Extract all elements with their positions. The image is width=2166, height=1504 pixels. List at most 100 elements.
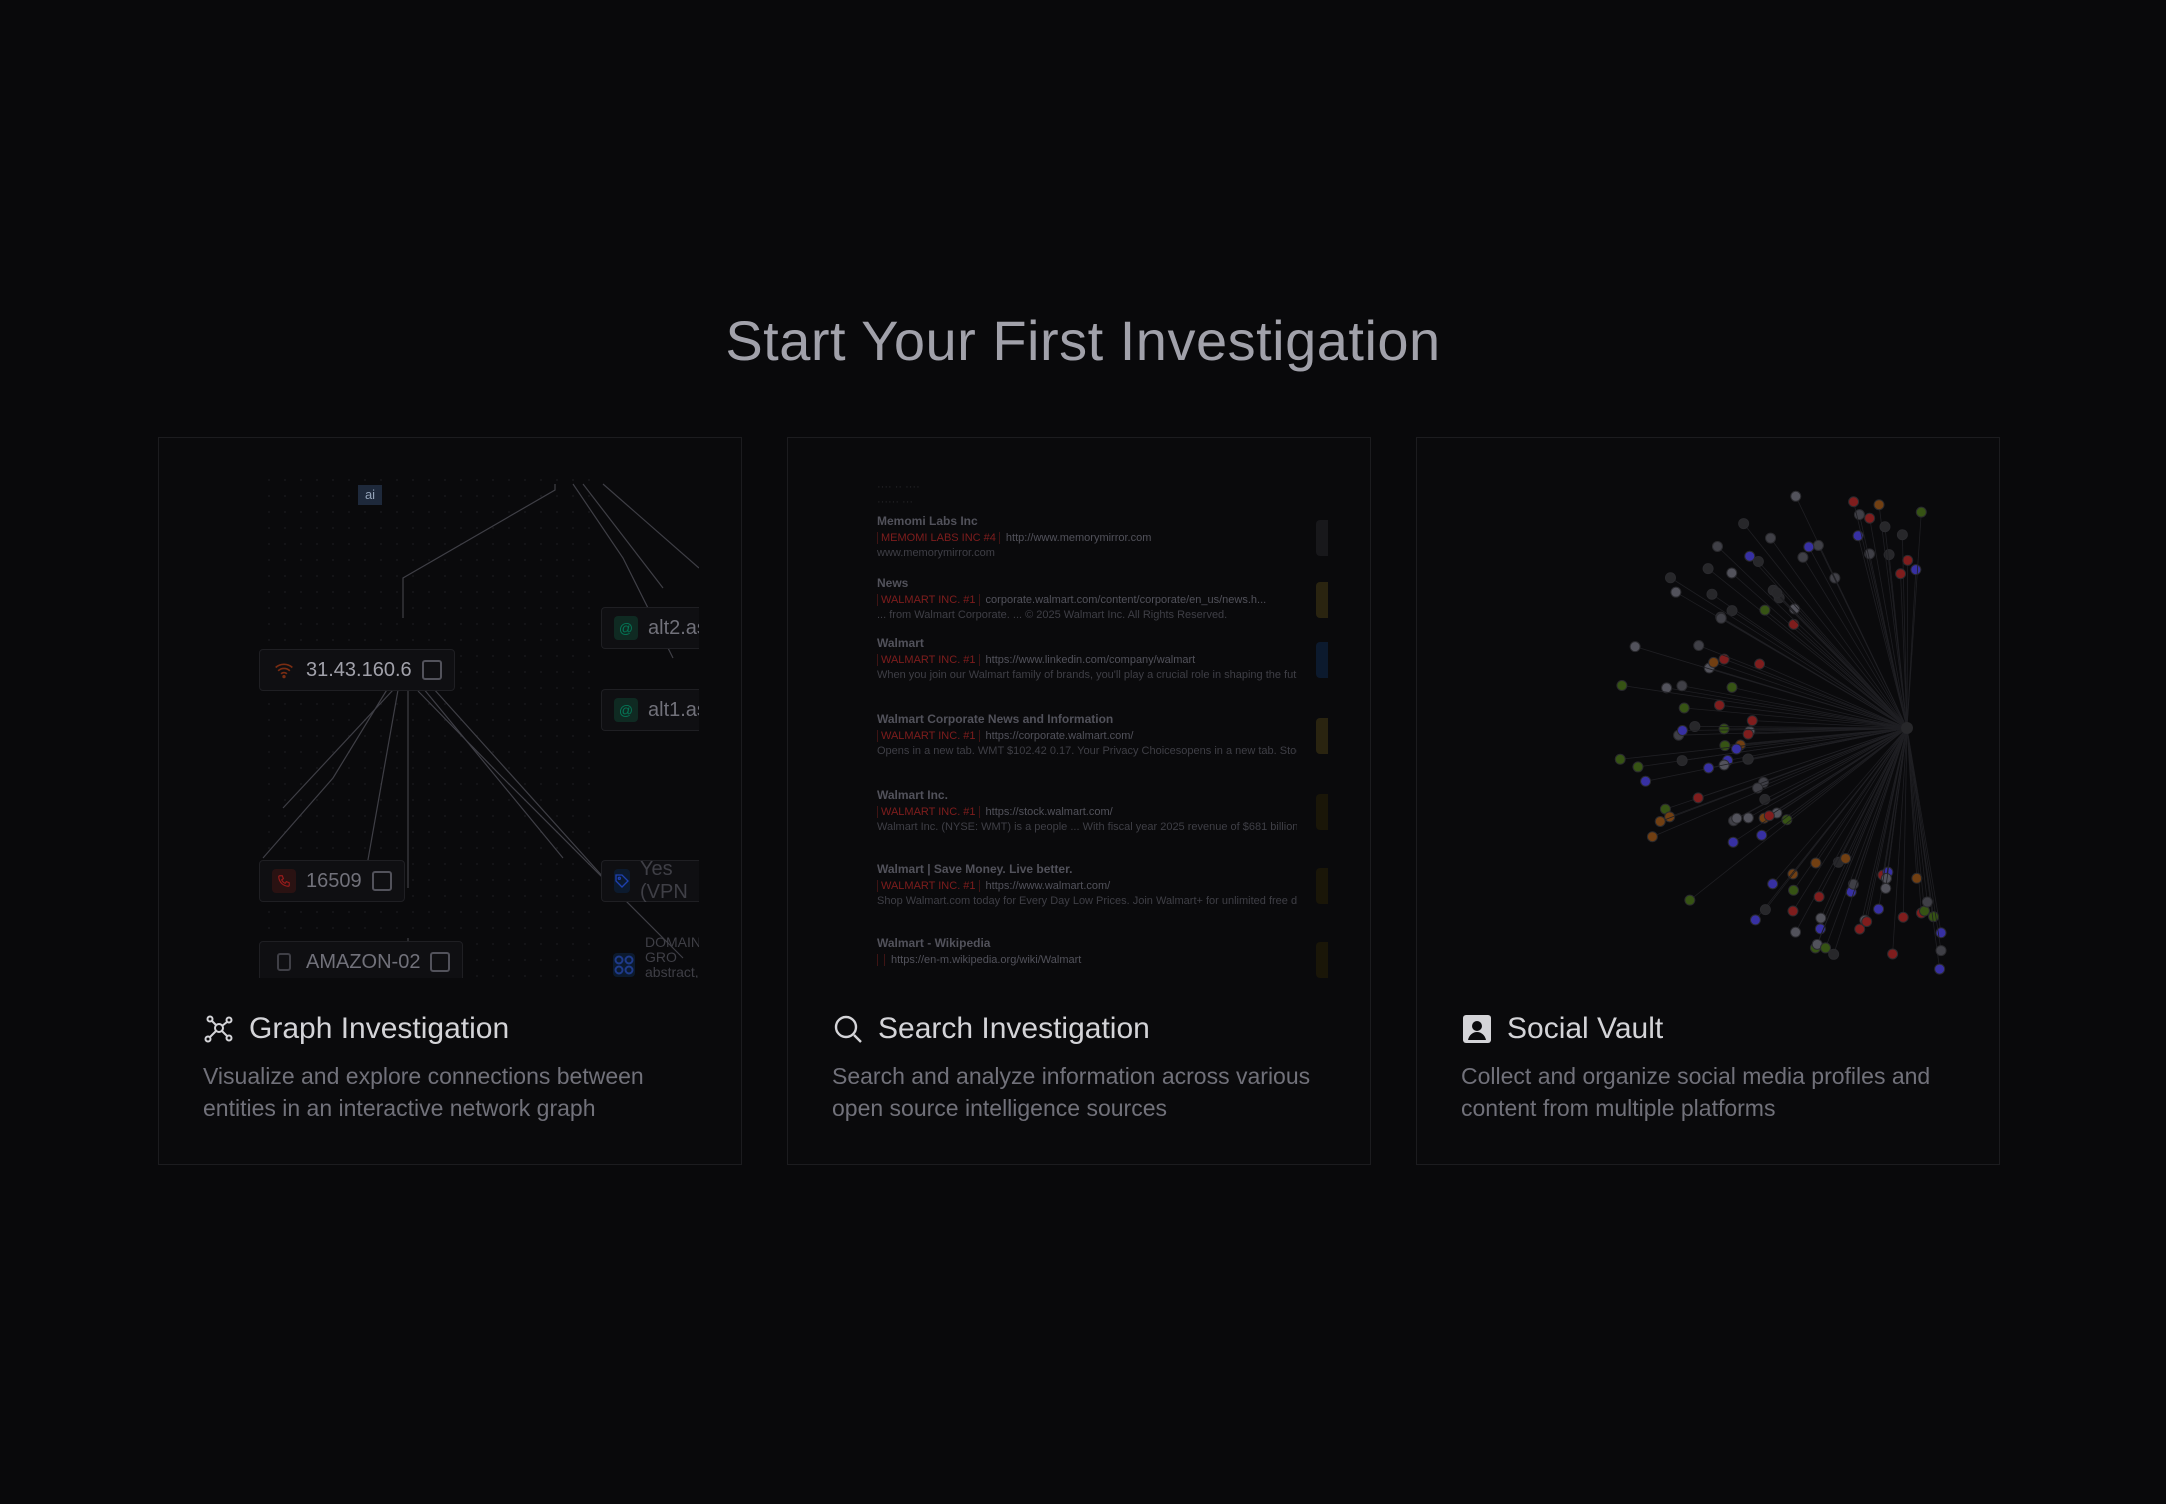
- profile-node[interactable]: [1693, 640, 1705, 652]
- search-result-item[interactable]: Memomi Labs Inc MEMOMI LABS INC #4 http://…: [877, 514, 1297, 559]
- social-vault-card[interactable]: Social Vault Collect and organize social…: [1416, 437, 2000, 1165]
- profile-node[interactable]: [1706, 588, 1718, 600]
- profile-node[interactable]: [1719, 740, 1731, 752]
- profile-node[interactable]: [1897, 911, 1909, 923]
- profile-node[interactable]: [1928, 911, 1940, 923]
- profile-node[interactable]: [1790, 490, 1802, 502]
- profile-node[interactable]: [1788, 618, 1800, 630]
- profile-node[interactable]: [1731, 743, 1743, 755]
- profile-node[interactable]: [1790, 926, 1802, 938]
- search-result-title[interactable]: Walmart: [877, 636, 1297, 650]
- profile-node[interactable]: [1713, 699, 1725, 711]
- vpn-node[interactable]: Yes (VPN: [601, 858, 699, 903]
- profile-node[interactable]: [1902, 554, 1914, 566]
- search-result-url[interactable]: https://corporate.walmart.com/: [986, 730, 1134, 742]
- profile-node[interactable]: [1911, 872, 1923, 884]
- search-result-title[interactable]: News: [877, 576, 1297, 590]
- profile-node[interactable]: [1726, 567, 1738, 579]
- profile-node[interactable]: [1887, 948, 1899, 960]
- search-result-item[interactable]: News WALMART INC. #1 corporate.walmart.com…: [877, 576, 1297, 621]
- profile-node[interactable]: [1738, 518, 1750, 530]
- profile-node[interactable]: [1692, 792, 1704, 804]
- profile-node[interactable]: [1915, 506, 1927, 518]
- search-result-item[interactable]: Walmart WALMART INC. #1 https://www.linked…: [877, 636, 1297, 681]
- profile-node[interactable]: [1895, 568, 1907, 580]
- profile-node[interactable]: [1763, 810, 1775, 822]
- profile-node[interactable]: [1726, 605, 1738, 617]
- profile-node[interactable]: [1861, 916, 1873, 928]
- search-result-item[interactable]: Walmart Inc. WALMART INC. #1 https://stock…: [877, 788, 1297, 833]
- profile-node[interactable]: [1765, 532, 1777, 544]
- profile-node[interactable]: [1910, 564, 1922, 576]
- profile-node[interactable]: [1746, 715, 1758, 727]
- profile-node[interactable]: [1731, 812, 1743, 824]
- profile-node[interactable]: [1654, 815, 1666, 827]
- profile-node[interactable]: [1742, 753, 1754, 765]
- asn-node[interactable]: AMAZON-02: [259, 941, 464, 978]
- domain-node-alt1[interactable]: @ alt1.aspm: [601, 689, 699, 731]
- search-result-title[interactable]: Walmart - Wikipedia: [877, 936, 1297, 950]
- profile-node[interactable]: [1640, 775, 1652, 787]
- profile-node[interactable]: [1813, 891, 1825, 903]
- profile-node[interactable]: [1749, 914, 1761, 926]
- profile-node[interactable]: [1771, 587, 1783, 599]
- search-result-url[interactable]: http://www.memorymirror.com: [1006, 532, 1151, 544]
- profile-node[interactable]: [1840, 852, 1852, 864]
- search-investigation-card[interactable]: ···· ·· ···· ······ ··· Memomi Labs Inc M…: [787, 437, 1371, 1165]
- search-result-title[interactable]: Walmart Inc.: [877, 788, 1297, 802]
- search-result-title[interactable]: Memomi Labs Inc: [877, 514, 1297, 528]
- profile-node[interactable]: [1803, 541, 1815, 553]
- profile-node[interactable]: [1848, 496, 1860, 508]
- search-result-item[interactable]: Walmart Corporate News and Information WA…: [877, 712, 1297, 757]
- profile-node[interactable]: [1847, 878, 1859, 890]
- copy-icon[interactable]: [421, 660, 442, 680]
- profile-node[interactable]: [1727, 836, 1739, 848]
- profile-node[interactable]: [1935, 945, 1947, 957]
- search-result-item[interactable]: Walmart - Wikipedia https://en-m.wikipedi…: [877, 936, 1297, 969]
- profile-node[interactable]: [1629, 641, 1641, 653]
- profile-node[interactable]: [1703, 762, 1715, 774]
- profile-node[interactable]: [1896, 529, 1908, 541]
- profile-node[interactable]: [1715, 612, 1727, 624]
- profile-node[interactable]: [1670, 586, 1682, 598]
- profile-node[interactable]: [1879, 521, 1891, 533]
- profile-node[interactable]: [1767, 878, 1779, 890]
- profile-node[interactable]: [1664, 572, 1676, 584]
- profile-node[interactable]: [1921, 896, 1933, 908]
- profile-node[interactable]: [1676, 755, 1688, 767]
- profile-node[interactable]: [1864, 512, 1876, 524]
- phone-node[interactable]: 16509: [259, 860, 405, 902]
- profile-node[interactable]: [1880, 882, 1892, 894]
- profile-node[interactable]: [1616, 679, 1628, 691]
- profile-node[interactable]: [1759, 604, 1771, 616]
- search-result-title[interactable]: Walmart Corporate News and Information: [877, 712, 1297, 726]
- search-result-url[interactable]: corporate.walmart.com/content/corporate/…: [986, 594, 1267, 606]
- profile-node[interactable]: [1742, 812, 1754, 824]
- profile-node[interactable]: [1726, 681, 1738, 693]
- profile-node[interactable]: [1676, 680, 1688, 692]
- profile-node[interactable]: [1708, 656, 1720, 668]
- profile-node[interactable]: [1752, 555, 1764, 567]
- copy-icon[interactable]: [430, 952, 451, 972]
- profile-node[interactable]: [1742, 728, 1754, 740]
- profile-node[interactable]: [1718, 723, 1730, 735]
- profile-node[interactable]: [1614, 753, 1626, 765]
- search-result-title[interactable]: Walmart | Save Money. Live better.: [877, 862, 1297, 876]
- profile-node[interactable]: [1759, 904, 1771, 916]
- search-result-url[interactable]: https://www.linkedin.com/company/walmart: [986, 654, 1196, 666]
- profile-node[interactable]: [1815, 912, 1827, 924]
- profile-node[interactable]: [1873, 903, 1885, 915]
- profile-node[interactable]: [1702, 563, 1714, 575]
- profile-node[interactable]: [1812, 539, 1824, 551]
- profile-node[interactable]: [1797, 551, 1809, 563]
- search-result-url[interactable]: https://en-m.wikipedia.org/wiki/Walmart: [891, 954, 1081, 966]
- ip-node[interactable]: 31.43.160.6: [259, 649, 455, 691]
- profile-node[interactable]: [1820, 942, 1832, 954]
- profile-node[interactable]: [1646, 831, 1658, 843]
- profile-node[interactable]: [1754, 658, 1766, 670]
- search-result-url[interactable]: https://www.walmart.com/: [986, 880, 1111, 892]
- profile-node[interactable]: [1810, 857, 1822, 869]
- profile-node[interactable]: [1787, 905, 1799, 917]
- domain-group-node[interactable]: DOMAIN GRO abstract, in a: [601, 935, 699, 978]
- profile-node[interactable]: [1711, 540, 1723, 552]
